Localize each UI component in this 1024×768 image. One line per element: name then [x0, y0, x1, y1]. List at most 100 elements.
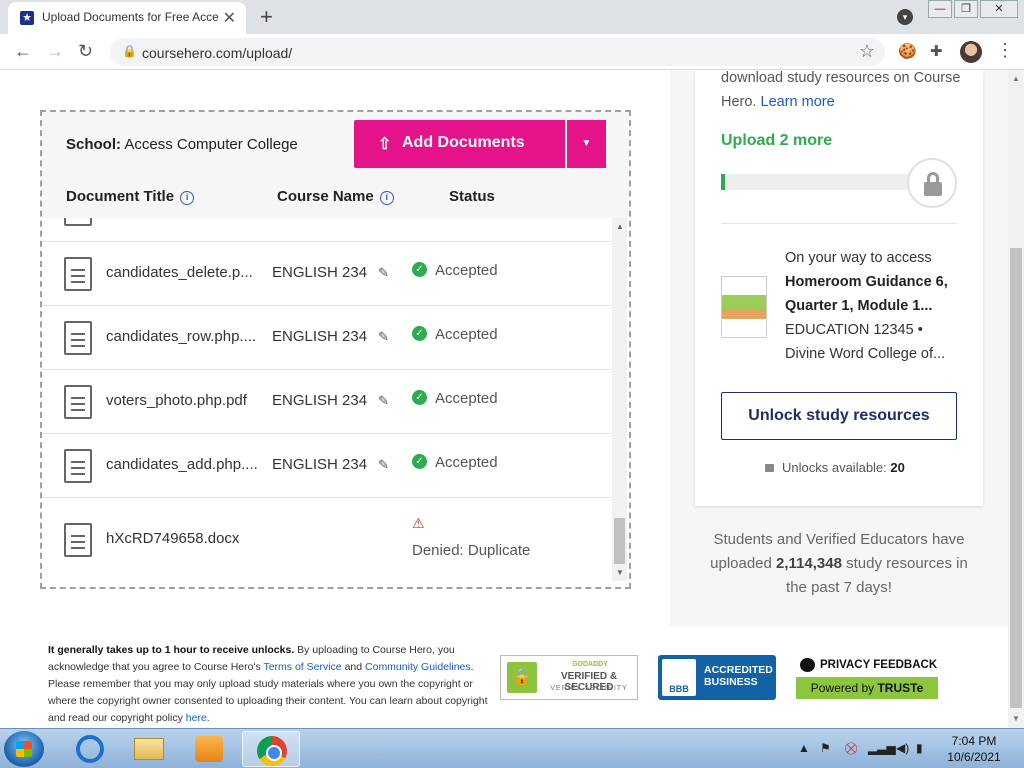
taskbar-media-player[interactable] [180, 731, 238, 767]
upload-icon: ⇧ [378, 136, 392, 153]
column-course-name-label: Course Name [277, 188, 374, 205]
browser-menu-icon[interactable]: ⋮ [996, 40, 1014, 61]
minimize-window-button[interactable]: — [928, 0, 952, 18]
document-icon [64, 523, 92, 557]
show-hidden-icons-icon[interactable]: ▲ [798, 741, 810, 755]
column-document-title-label: Document Title [66, 188, 175, 205]
truste-top: PRIVACY FEEDBACK [820, 659, 938, 671]
chrome-icon [257, 736, 287, 766]
godaddy-badge[interactable]: 🔒 GODADDY VERIFIED & SECURED VERIFY SECU… [500, 655, 638, 700]
padlock-icon[interactable]: 🔒 [122, 44, 137, 58]
legal-bold: It generally takes up to 1 hour to recei… [48, 644, 295, 656]
scrollbar-thumb[interactable] [614, 518, 625, 564]
truste-bottom: Powered by TRUSTe [796, 677, 938, 699]
upload-dropzone[interactable]: School: Access Computer College ⇧ Add Do… [40, 110, 631, 589]
coursehero-favicon-icon: ★ [20, 11, 34, 25]
taskbar-file-explorer[interactable] [120, 731, 178, 767]
forward-arrow-icon[interactable]: → [46, 41, 64, 62]
browser-tab[interactable]: ★ Upload Documents for Free Acce ✕ [8, 2, 246, 34]
page-scrollbar[interactable]: ▲ ▼ [1008, 70, 1024, 728]
document-filename: candidates_row.php.... [106, 328, 257, 345]
taskbar-chrome[interactable] [242, 731, 300, 767]
card-intro-text: download study resources on Course Hero. [721, 70, 961, 110]
taskbar-internet-explorer[interactable] [60, 731, 118, 767]
course-name: ENGLISH 234 [272, 392, 368, 409]
extensions-puzzle-icon[interactable]: ✚ [930, 42, 943, 60]
tab-search-icon[interactable]: ▾ [897, 9, 913, 25]
volume-icon[interactable]: ◀) [896, 741, 909, 755]
unlocks-label: Unlocks available: [782, 460, 887, 475]
unlocks-available: Unlocks available: 20 [765, 460, 905, 475]
legal-notice: It generally takes up to 1 hour to recei… [48, 642, 490, 727]
scroll-up-arrow-icon[interactable]: ▲ [616, 222, 624, 231]
info-icon[interactable]: i [379, 191, 394, 205]
document-title-link[interactable]: Homeroom Guidance 6, Quarter 1, Module 1… [785, 274, 948, 314]
truste-badge[interactable]: PRIVACY FEEDBACK Powered by TRUSTe [796, 655, 938, 700]
add-documents-dropdown[interactable]: ▼ [566, 120, 606, 168]
document-list: candidates_delete.p... ENGLISH 234 ✎ ✓ A… [42, 218, 612, 581]
legal-period: . [206, 712, 210, 724]
status-text: Accepted [435, 326, 498, 343]
document-thumbnail[interactable] [721, 276, 767, 338]
profile-avatar[interactable] [960, 41, 982, 63]
bbb-badge[interactable]: BBB ACCREDITED BUSINESS [658, 655, 776, 700]
table-row: candidates_row.php.... ENGLISH 234 ✎ ✓ A… [42, 305, 612, 369]
status-text: Denied: Duplicate [412, 542, 531, 559]
terms-of-service-link[interactable]: Terms of Service [263, 661, 341, 673]
action-center-flag-icon[interactable]: ⚑ [820, 741, 831, 755]
new-tab-button[interactable]: + [260, 4, 273, 30]
battery-icon[interactable]: ▮ [916, 741, 923, 755]
page-scrollbar-thumb[interactable] [1010, 248, 1022, 708]
table-row: voters_photo.php.pdf ENGLISH 234 ✎ ✓ Acc… [42, 369, 612, 433]
restore-window-button[interactable]: ❐ [954, 0, 978, 18]
clock-time: 7:04 PM [951, 734, 997, 748]
scroll-up-arrow-icon[interactable]: ▲ [1012, 74, 1020, 83]
check-circle-icon: ✓ [412, 454, 427, 469]
folder-icon [134, 738, 164, 760]
check-circle-icon: ✓ [412, 390, 427, 405]
edit-pencil-icon[interactable]: ✎ [378, 457, 389, 473]
upload-progress-fill [721, 174, 725, 190]
system-clock[interactable]: 7:04 PM 10/6/2021 [936, 733, 1012, 765]
close-window-button[interactable]: ✕ [980, 0, 1018, 18]
document-filename: candidates_add.php.... [106, 456, 258, 473]
document-icon [64, 449, 92, 483]
table-row: candidates_add.php.... ENGLISH 234 ✎ ✓ A… [42, 433, 612, 497]
document-list-scrollbar[interactable]: ▲ ▼ [612, 218, 627, 581]
browser-tab-bar: ★ Upload Documents for Free Acce ✕ + ▾ —… [0, 0, 1024, 34]
scroll-down-arrow-icon[interactable]: ▼ [1012, 714, 1020, 723]
network-signal-icon[interactable]: ▂▃▅ [868, 741, 896, 755]
school-name: Access Computer College [124, 136, 298, 153]
column-document-title: Document Title i [66, 188, 195, 205]
edit-pencil-icon[interactable]: ✎ [378, 265, 389, 281]
community-guidelines-link[interactable]: Community Guidelines [365, 661, 471, 673]
edit-pencil-icon[interactable]: ✎ [378, 329, 389, 345]
check-circle-icon: ✓ [412, 262, 427, 277]
info-icon[interactable]: i [180, 191, 195, 205]
cookie-extension-icon[interactable]: 🍪 [898, 42, 917, 60]
url-text[interactable]: coursehero.com/upload/ [142, 45, 292, 61]
column-course-name: Course Name i [277, 188, 394, 205]
unlock-study-resources-button[interactable]: Unlock study resources [721, 392, 957, 440]
course-name: ENGLISH 234 [272, 264, 368, 281]
scroll-down-arrow-icon[interactable]: ▼ [616, 568, 624, 577]
godaddy-lock-icon: 🔒 [507, 662, 537, 693]
browser-toolbar: ← → ↻ 🔒 coursehero.com/upload/ ☆ 🍪 ✚ ⋮ [0, 34, 1024, 70]
check-circle-icon: ✓ [412, 326, 427, 341]
bbb-text: ACCREDITED BUSINESS [704, 664, 773, 688]
document-school: Divine Word College of... [785, 346, 946, 362]
back-arrow-icon[interactable]: ← [14, 41, 32, 62]
start-button[interactable] [4, 731, 44, 767]
address-bar[interactable]: 🔒 coursehero.com/upload/ ☆ [110, 38, 885, 66]
godaddy-sub: VERIFY SECURITY [550, 685, 628, 692]
security-alert-icon[interactable]: ⛒ [845, 741, 857, 756]
copyright-policy-link[interactable]: here [186, 712, 207, 724]
add-documents-button[interactable]: ⇧ Add Documents [354, 120, 565, 168]
truste-pre: Powered by [810, 681, 875, 695]
bookmark-star-icon[interactable]: ☆ [859, 41, 875, 62]
edit-pencil-icon[interactable]: ✎ [378, 393, 389, 409]
upload-more-heading: Upload 2 more [721, 132, 833, 149]
reload-icon[interactable]: ↻ [78, 41, 93, 62]
learn-more-link[interactable]: Learn more [761, 94, 835, 110]
close-tab-button[interactable]: ✕ [223, 8, 236, 28]
